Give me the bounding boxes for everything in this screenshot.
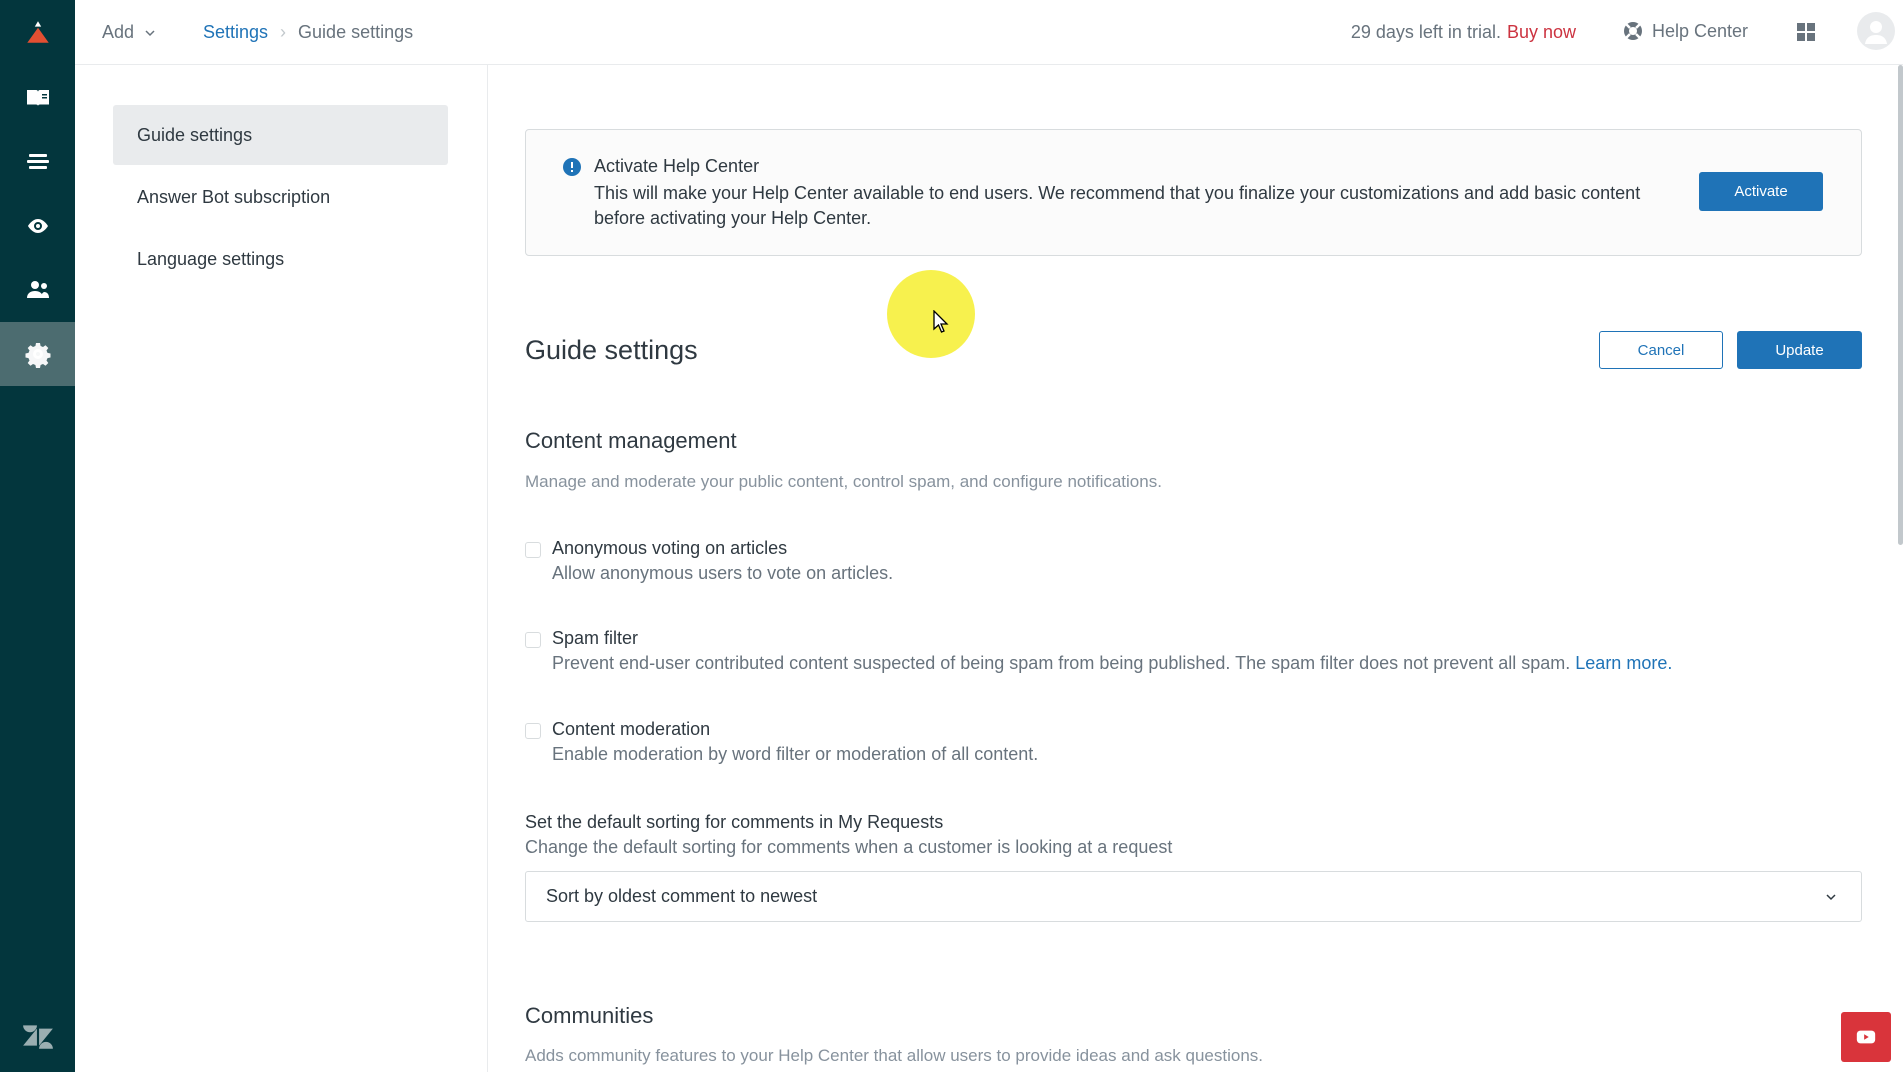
activate-help-center-banner: Activate Help Center This will make your… (525, 129, 1862, 256)
content-management-description: Manage and moderate your public content,… (525, 472, 1162, 491)
top-header: Add Settings › Guide settings 29 days le… (75, 0, 1903, 65)
comment-sorting-label: Set the default sorting for comments in … (525, 812, 944, 832)
option-description: Enable moderation by word filter or mode… (552, 744, 1039, 764)
add-label: Add (102, 22, 135, 42)
lifebuoy-icon (1623, 22, 1642, 40)
trial-text: 29 days left in trial. (1350, 22, 1501, 42)
learn-more-link[interactable]: Learn more. (1575, 653, 1672, 673)
help-center-label: Help Center (1651, 20, 1748, 41)
settings-side-menu: Guide settings Answer Bot subscription L… (75, 65, 488, 1072)
cancel-button[interactable]: Cancel (1599, 331, 1723, 369)
user-avatar[interactable] (1857, 12, 1895, 50)
arrange-content-icon[interactable] (0, 130, 75, 194)
zendesk-logo-icon[interactable] (0, 1000, 75, 1072)
product-nav-rail (0, 0, 75, 1072)
buy-now-link[interactable]: Buy now (1507, 22, 1576, 42)
update-button[interactable]: Update (1737, 331, 1862, 369)
comment-sorting-value: Sort by oldest comment to newest (546, 886, 818, 906)
apps-grid-icon[interactable] (1797, 23, 1815, 41)
side-item-answer-bot-subscription[interactable]: Answer Bot subscription (113, 167, 448, 227)
user-icon (1865, 21, 1887, 44)
spam-filter-description-text: Prevent end-user contributed content sus… (552, 653, 1571, 673)
communities-description: Adds community features to your Help Cen… (525, 1046, 1263, 1065)
info-icon (563, 158, 581, 176)
knowledge-base-icon[interactable] (0, 66, 75, 130)
banner-title: Activate Help Center (594, 156, 760, 176)
cursor-highlight (887, 270, 975, 358)
comment-sorting-description: Change the default sorting for comments … (525, 837, 1173, 857)
chevron-down-icon (145, 29, 155, 36)
option-label: Content moderation (552, 719, 711, 739)
activate-button[interactable]: Activate (1699, 172, 1823, 211)
view-eye-icon[interactable] (0, 194, 75, 258)
side-item-language-settings[interactable]: Language settings (113, 229, 448, 289)
communities-title: Communities (525, 1003, 654, 1028)
content-management-title: Content management (525, 428, 737, 453)
add-dropdown-button[interactable]: Add (102, 22, 156, 43)
settings-gear-icon[interactable] (0, 322, 75, 386)
breadcrumb-current: Guide settings (298, 22, 414, 42)
spam-filter-checkbox[interactable] (525, 632, 541, 648)
help-center-link[interactable]: Help Center (1622, 20, 1748, 42)
option-label: Anonymous voting on articles (552, 538, 788, 558)
guide-logo-icon[interactable] (0, 0, 75, 64)
breadcrumb: Settings › Guide settings (203, 22, 413, 43)
trial-status: 29 days left in trial. Buy now (1351, 22, 1576, 43)
comment-sorting-select[interactable]: Sort by oldest comment to newest (525, 871, 1862, 922)
main-content: Activate Help Center This will make your… (488, 65, 1898, 1072)
video-badge-icon (1841, 1012, 1891, 1062)
option-label: Spam filter (552, 628, 639, 648)
breadcrumb-separator-icon: › (280, 22, 287, 42)
mouse-cursor-icon (933, 310, 949, 333)
banner-text: This will make your Help Center availabl… (594, 183, 1641, 228)
chevron-down-icon (1826, 894, 1836, 901)
anonymous-voting-checkbox[interactable] (525, 542, 541, 558)
side-item-guide-settings[interactable]: Guide settings (113, 105, 448, 165)
page-scrollbar[interactable] (1898, 65, 1903, 545)
page-title: Guide settings (525, 335, 698, 365)
breadcrumb-settings-link[interactable]: Settings (203, 22, 268, 43)
content-moderation-checkbox[interactable] (525, 723, 541, 739)
app-root: Add Settings › Guide settings 29 days le… (0, 0, 1903, 1072)
option-description: Allow anonymous users to vote on article… (552, 563, 894, 583)
user-permissions-icon[interactable] (0, 258, 75, 322)
option-description: Prevent end-user contributed content sus… (552, 653, 1672, 674)
